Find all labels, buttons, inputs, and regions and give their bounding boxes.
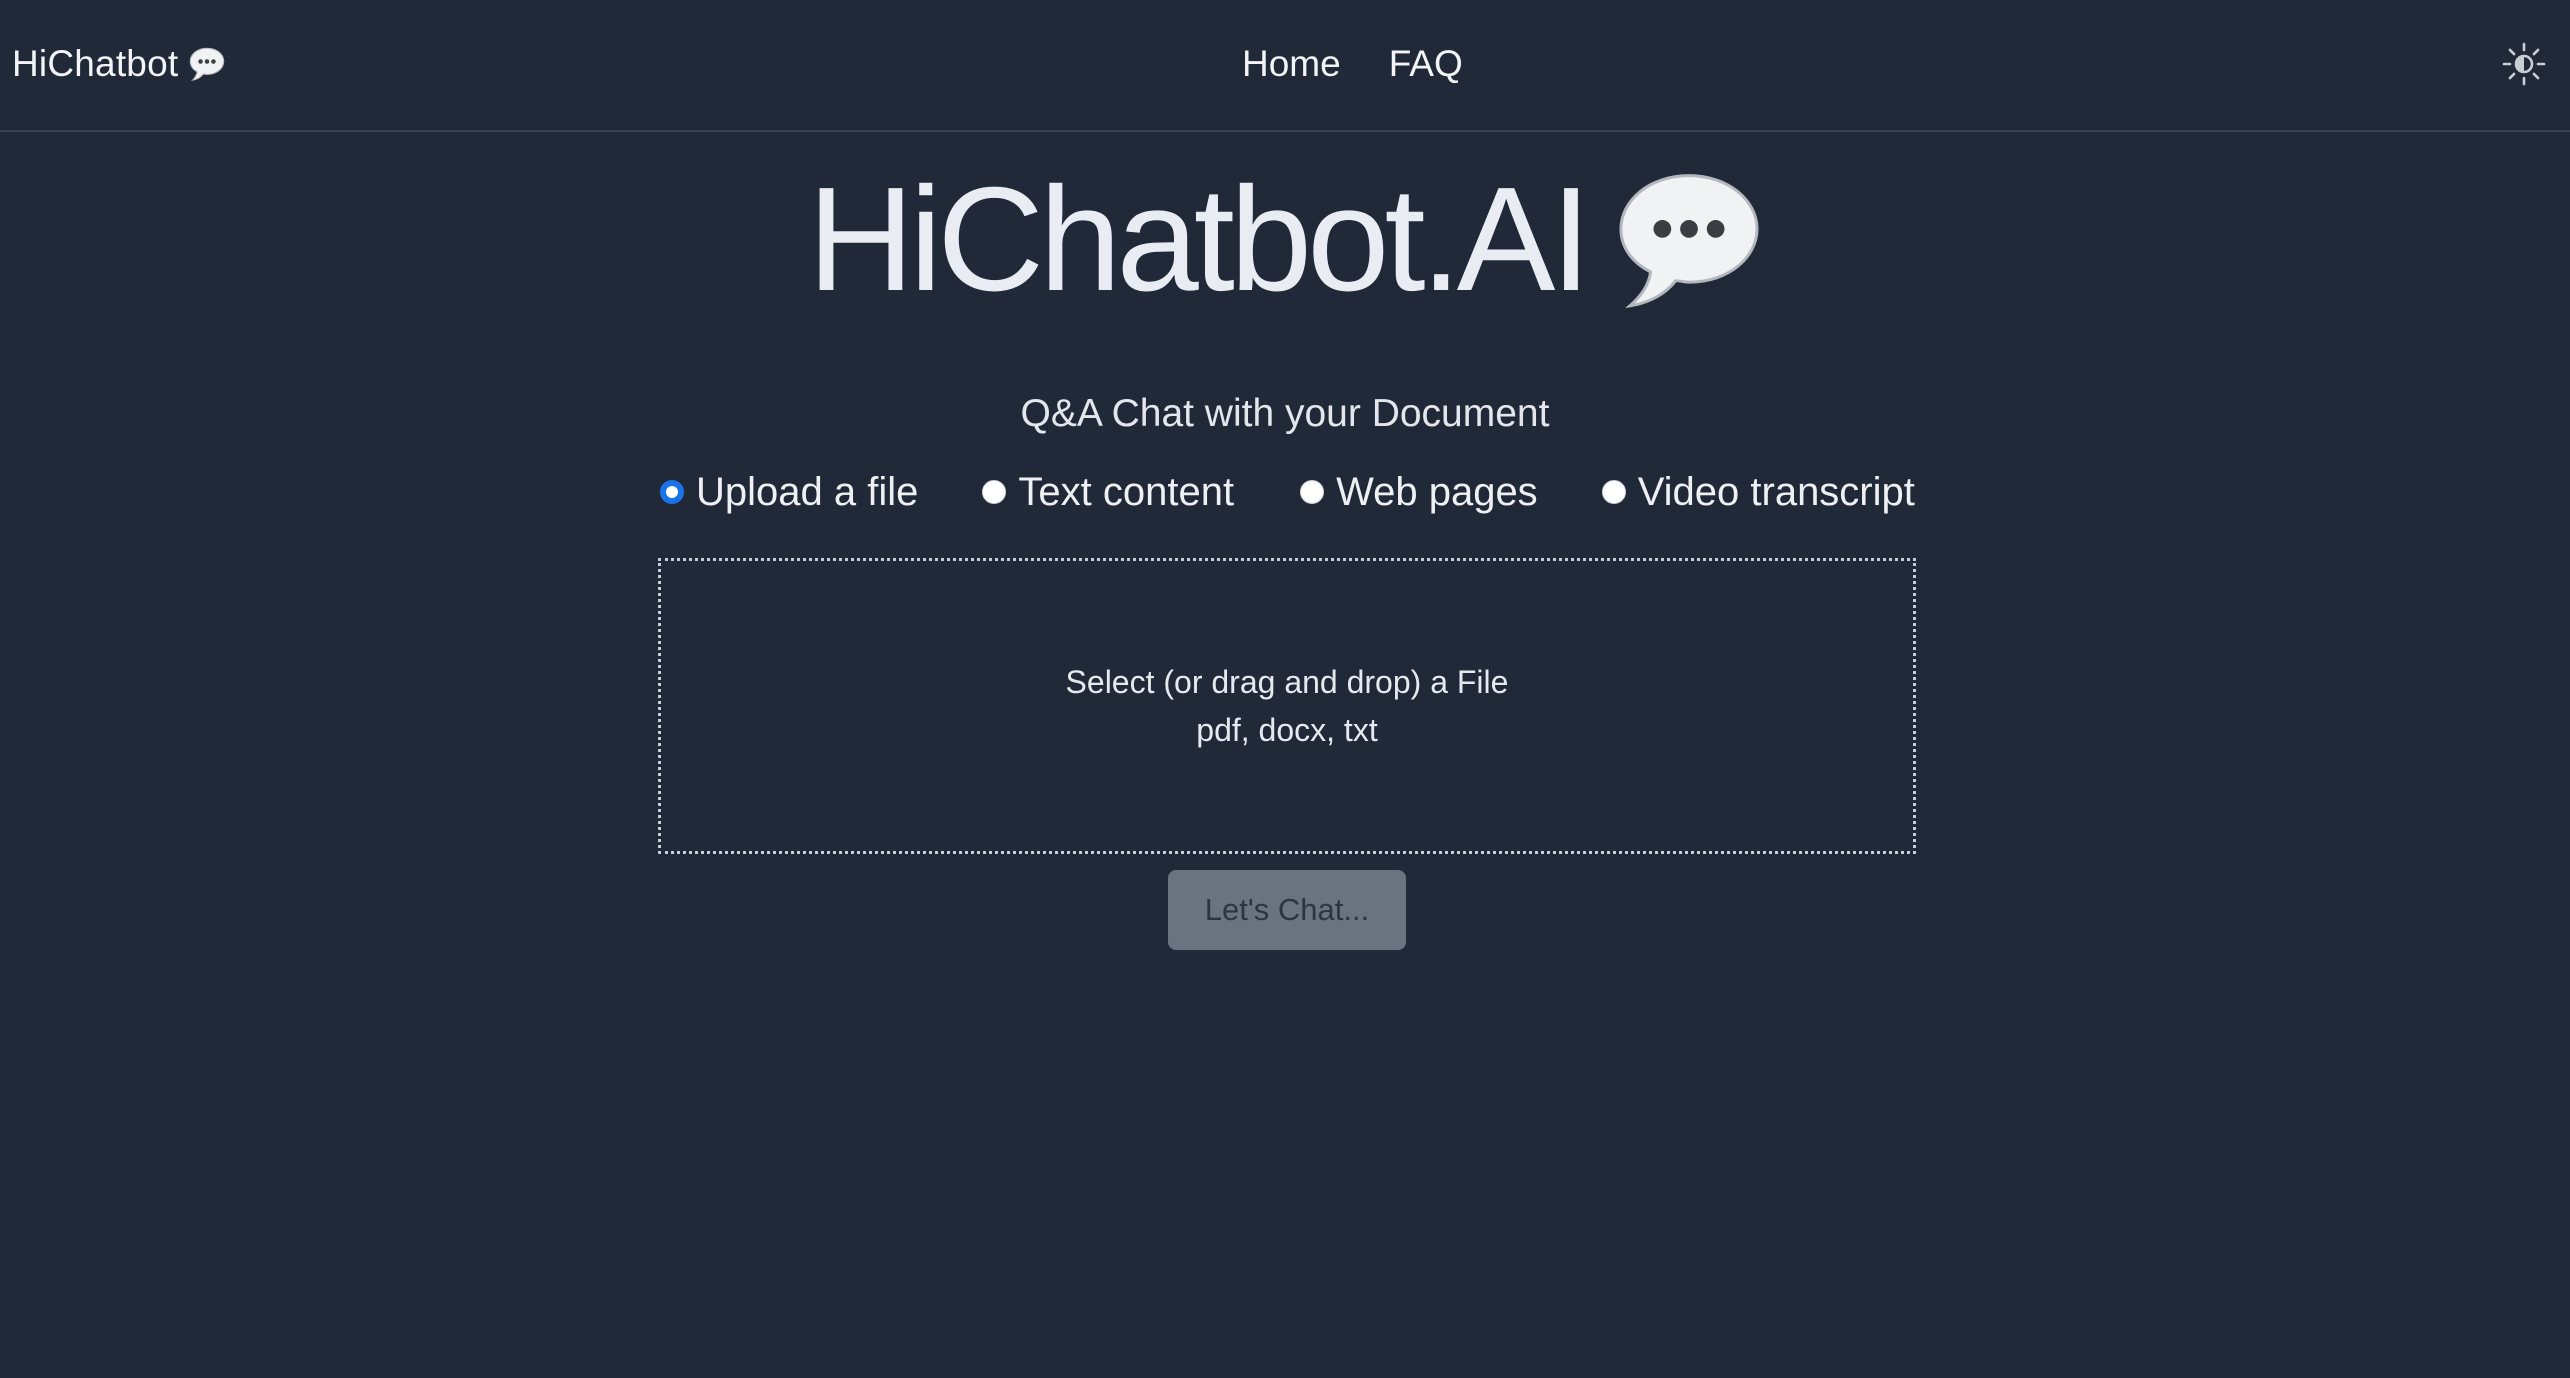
dropzone-instruction: Select (or drag and drop) a File [1065, 664, 1509, 700]
radio-button[interactable] [982, 480, 1007, 504]
speech-bubble-icon [1618, 174, 1759, 309]
radio-button-checked[interactable] [660, 480, 684, 504]
radio-label: Video transcript [1637, 469, 1915, 514]
top-navbar: HiChatbot Home FAQ [0, 0, 2570, 132]
radio-video-transcript[interactable]: Video transcript [1601, 469, 1915, 515]
theme-toggle-button[interactable] [2502, 42, 2546, 86]
page-subtitle: Q&A Chat with your Document [1020, 392, 1550, 435]
radio-button[interactable] [1300, 480, 1325, 504]
brand[interactable]: HiChatbot [12, 38, 226, 90]
radio-label: Text content [1018, 469, 1235, 514]
radio-label: Upload a file [696, 469, 919, 514]
radio-web-pages[interactable]: Web pages [1300, 470, 1538, 515]
brand-name: HiChatbot [12, 43, 179, 84]
sun-icon [2502, 42, 2546, 86]
nav-links: Home FAQ [1242, 38, 1463, 90]
hero: HiChatbot.AI [0, 160, 2570, 320]
source-type-radio-group: Upload a file Text content Web pages Vid… [660, 466, 1915, 518]
nav-link-faq[interactable]: FAQ [1389, 43, 1463, 85]
radio-button[interactable] [1601, 480, 1626, 504]
speech-bubble-icon [190, 47, 225, 81]
radio-upload-file[interactable]: Upload a file [660, 470, 918, 515]
dropzone-file-types: pdf, docx, txt [1196, 712, 1378, 748]
hero-title: HiChatbot.AI [807, 157, 1591, 322]
nav-link-home[interactable]: Home [1242, 43, 1341, 85]
radio-text-content[interactable]: Text content [982, 470, 1234, 515]
lets-chat-button[interactable]: Let's Chat... [1168, 870, 1406, 950]
file-dropzone[interactable]: Select (or drag and drop) a File pdf, do… [658, 558, 1916, 854]
radio-label: Web pages [1336, 469, 1538, 514]
